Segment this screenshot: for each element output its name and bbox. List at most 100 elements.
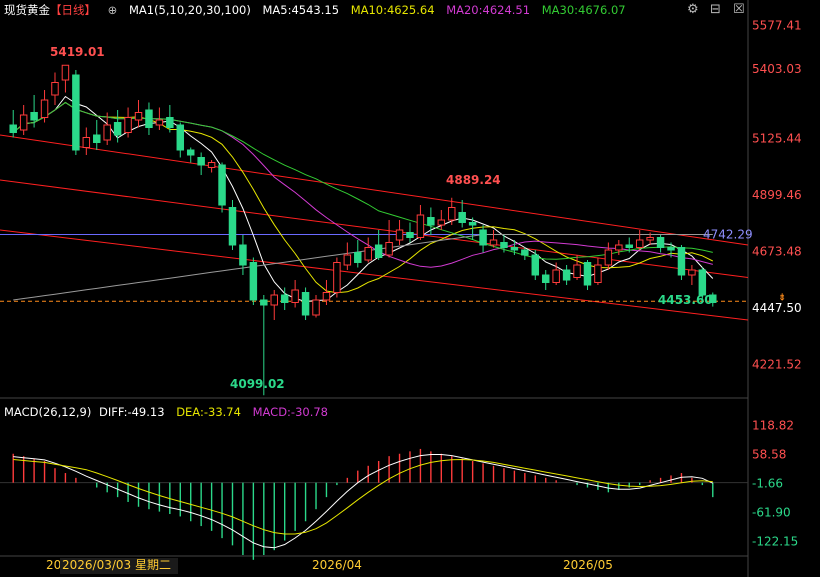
candle-body (573, 264, 581, 278)
candle-body (468, 222, 477, 226)
macd-header: MACD(26,12,9) DIFF:-49.13 DEA:-33.74 MAC… (4, 405, 336, 419)
price-tick-label: 5125.44 (752, 132, 802, 146)
candle-body (82, 137, 91, 148)
minus-icon[interactable]: ⊟ (710, 2, 721, 17)
period-label[interactable]: 【日线】 (50, 3, 96, 17)
candle-body (312, 299, 320, 316)
candle-body (604, 249, 613, 266)
price-tick-label: 4899.46 (752, 188, 802, 202)
candle-body (625, 244, 633, 248)
candle-body (458, 212, 466, 223)
candle-body (374, 244, 383, 258)
candle-body (260, 299, 268, 306)
candle-body (239, 244, 247, 266)
candle-body (134, 112, 143, 121)
macd-value: MACD:-30.78 (252, 405, 328, 419)
price-tick-label: 4221.52 (752, 358, 802, 372)
macd-tick-label: -122.15 (752, 535, 798, 549)
macd-diff-line (13, 454, 714, 549)
chart-canvas[interactable]: 5419.014099.024889.244453.604742.29⇟ 557… (0, 0, 820, 577)
candle-body (249, 262, 258, 301)
candle-body (385, 242, 393, 256)
candle-body (270, 294, 278, 306)
ma-title: MA1(5,10,20,30,100) (128, 3, 251, 17)
candle-body (280, 294, 289, 303)
candle-body (698, 269, 707, 296)
candle-body (448, 207, 456, 221)
symbol-label: 现货黄金 (4, 3, 50, 17)
candle-body (395, 229, 404, 241)
candle-body (667, 247, 675, 251)
close-icon[interactable]: ☒ (733, 2, 745, 17)
ma10-value: MA10:4625.64 (350, 3, 435, 17)
candle-body (322, 292, 331, 301)
candle-body (333, 262, 341, 293)
candle-body (615, 244, 623, 251)
candle-body (552, 269, 560, 283)
macd-dea: DEA:-33.74 (176, 405, 241, 419)
candle-body (124, 117, 132, 133)
candle-body (103, 124, 111, 141)
price-tick-label: 4673.48 (752, 245, 802, 259)
settings-icon[interactable]: ⊕ (108, 3, 118, 17)
cursor-date-label: 2026/03/03 星期二 (62, 558, 171, 572)
date-label-april: 2026/04 (312, 558, 362, 572)
candle-body (93, 134, 101, 143)
candle-body (364, 247, 372, 261)
candle-body (30, 112, 38, 121)
ma100-label: 4742.29 (703, 228, 753, 242)
candle-body (677, 247, 686, 276)
candle-body (301, 292, 310, 316)
candle-body (656, 237, 665, 248)
candle-body (594, 264, 602, 283)
candle-body (427, 217, 435, 226)
candle-body (19, 114, 28, 131)
candle-body (437, 219, 446, 226)
date-label-start: 20 (46, 558, 61, 572)
candle-body (291, 289, 299, 303)
candle-body (207, 162, 216, 168)
candle-body (354, 252, 362, 263)
candle-body (176, 124, 185, 151)
candles (9, 64, 717, 396)
macd-panel (0, 448, 748, 560)
candle-body (51, 82, 59, 96)
candle-body (583, 262, 592, 286)
candle-body (688, 269, 696, 276)
candle-body (166, 117, 174, 128)
candle-body (113, 122, 122, 136)
price-header: 现货黄金【日线】 ⊕ MA1(5,10,20,30,100) MA5:4543.… (4, 3, 634, 17)
candle-body (562, 269, 571, 281)
mid-high-label: 4889.24 (446, 173, 501, 187)
macd-tick-label: 118.82 (752, 418, 794, 432)
candle-body (489, 239, 498, 246)
candle-body (186, 149, 195, 156)
price-tick-label: 5577.41 (752, 19, 802, 33)
candle-body (61, 64, 70, 81)
candle-body (635, 239, 644, 248)
macd-title: MACD(26,12,9) (4, 405, 92, 419)
candle-body (479, 229, 487, 246)
gear-icon[interactable]: ⚙ (687, 2, 699, 17)
candle-body (406, 232, 414, 238)
candle-body (218, 164, 226, 206)
price-tick-label: 5403.03 (752, 62, 802, 76)
candle-body (9, 124, 17, 133)
price-tick-label: 4447.50 (752, 301, 802, 315)
date-label-may: 2026/05 (563, 558, 613, 572)
low-label: 4099.02 (230, 377, 285, 391)
macd-tick-label: -1.66 (752, 476, 783, 490)
macd-diff: DIFF:-49.13 (99, 405, 165, 419)
trend-lines (0, 134, 749, 321)
candle-body (416, 214, 425, 238)
ma5-value: MA5:4543.15 (262, 3, 340, 17)
candle-body (500, 242, 508, 248)
macd-tick-label: -61.90 (752, 506, 791, 520)
candle-body (343, 254, 352, 266)
candle-body (197, 157, 205, 166)
trend-line (0, 229, 749, 321)
ma30-value: MA30:4676.07 (541, 3, 626, 17)
candle-body (541, 274, 550, 283)
high-label: 5419.01 (50, 45, 105, 59)
grid (0, 0, 749, 577)
